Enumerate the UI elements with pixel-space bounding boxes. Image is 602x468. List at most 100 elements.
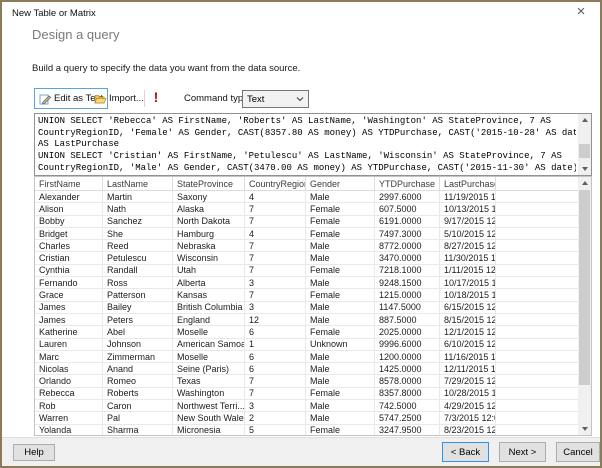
table-cell-filler <box>496 191 578 202</box>
table-cell: 7 <box>245 203 306 215</box>
table-row[interactable]: Nicolas Anand Seine (Paris) 6 Male 1425.0000 1… <box>35 363 578 376</box>
table-cell: Reed <box>103 240 173 252</box>
table-cell: Romeo <box>103 375 173 387</box>
table-row[interactable]: Alison Nath Alaska 7 Female 607.5000 10/13/201… <box>35 203 578 216</box>
table-cell-filler <box>496 412 578 423</box>
table-row[interactable]: Orlando Romeo Texas 7 Male 8578.0000 7/29/2015… <box>35 375 578 388</box>
table-row[interactable]: Bridget She Hamburg 4 Female 7497.3000 5/10/20… <box>35 227 578 241</box>
table-cell-filler <box>496 375 578 386</box>
table-cell: Alaska <box>173 203 245 215</box>
table-cell: 7 <box>245 289 306 301</box>
table-row[interactable]: James Peters England 12 Male 887.5000 8/15/201… <box>35 313 578 327</box>
table-row[interactable]: Yolanda Sharma Micronesia 5 Female 3247.9500 8… <box>35 424 578 435</box>
table-cell: Grace <box>35 289 103 301</box>
run-query-button[interactable]: ! <box>150 89 162 105</box>
query-editor[interactable]: UNION SELECT 'Rebecca' AS FirstName, 'Ro… <box>34 113 592 176</box>
table-cell: Male <box>306 240 375 252</box>
table-row[interactable]: Alexander Martin Saxony 4 Male 2997.6000 11/19… <box>35 191 578 204</box>
table-row[interactable]: James Bailey British Columbia 3 Male 1147.500… <box>35 301 578 314</box>
table-cell: Seine (Paris) <box>173 363 245 375</box>
scroll-down-icon[interactable] <box>578 423 591 435</box>
query-text[interactable]: UNION SELECT 'Rebecca' AS FirstName, 'Ro… <box>38 116 576 173</box>
scrollbar-thumb[interactable] <box>579 190 590 385</box>
table-cell: 12/11/2015 12:... <box>440 363 496 375</box>
table-cell: 11/16/2015 12:... <box>440 350 496 363</box>
table-cell: 10/17/2015 12:... <box>440 277 496 289</box>
command-type-label: Command type: <box>184 93 252 104</box>
query-results-grid: FirstName LastName StateProvince CountryReg… <box>34 176 592 436</box>
import-button[interactable]: Import... <box>90 88 148 109</box>
close-icon[interactable]: × <box>573 4 589 20</box>
table-row[interactable]: Cristian Petulescu Wisconsin 7 Male 3470.0000… <box>35 252 578 265</box>
table-cell: 6191.0000 <box>375 215 440 227</box>
table-row[interactable]: Fernando Ross Alberta 3 Male 9248.1500 10/17/2… <box>35 277 578 290</box>
table-cell-filler <box>496 388 578 399</box>
table-cell: 1200.0000 <box>375 350 440 363</box>
table-row[interactable]: Bobby Sanchez North Dakota 7 Female 6191.0000… <box>35 215 578 228</box>
cancel-button[interactable]: Cancel <box>556 442 600 462</box>
table-cell: 12/1/2015 12:0... <box>440 326 496 338</box>
table-cell: Sharma <box>103 424 173 435</box>
table-cell: 6 <box>245 326 306 338</box>
import-label: Import... <box>109 93 144 104</box>
table-cell: Katherine <box>35 326 103 338</box>
scrollbar-thumb[interactable] <box>579 144 590 158</box>
table-cell: Unknown <box>306 338 375 350</box>
next-button[interactable]: Next > <box>499 442 546 462</box>
table-cell: 11/19/2015 12:... <box>440 191 496 203</box>
table-cell: 7 <box>245 240 306 252</box>
table-cell: Male <box>306 252 375 264</box>
command-type-select[interactable]: Text <box>242 90 309 108</box>
table-cell: 2025.0000 <box>375 326 440 338</box>
page-description: Build a query to specify the data you wa… <box>32 63 301 74</box>
query-editor-scrollbar[interactable] <box>578 114 591 175</box>
grid-scrollbar[interactable] <box>578 177 591 435</box>
table-cell: Hamburg <box>173 227 245 240</box>
table-row[interactable]: Marc Zimmerman Moselle 6 Male 1200.0000 11/16/… <box>35 350 578 364</box>
chevron-down-icon <box>296 95 304 103</box>
back-button[interactable]: < Back <box>442 442 489 462</box>
table-cell: Male <box>306 375 375 387</box>
table-cell: Marc <box>35 350 103 363</box>
table-cell: Texas <box>173 375 245 387</box>
table-row[interactable]: Rob Caron Northwest Terri... 3 Male 742.5000 4… <box>35 400 578 413</box>
toolbar-separator <box>144 90 145 107</box>
table-cell: Wisconsin <box>173 252 245 264</box>
scroll-up-icon[interactable] <box>578 114 591 126</box>
table-cell-filler <box>496 277 578 288</box>
table-row[interactable]: Charles Reed Nebraska 7 Male 8772.0000 8/27/20… <box>35 240 578 253</box>
table-cell: 9/17/2015 12:0... <box>440 215 496 227</box>
help-button[interactable]: Help <box>13 444 55 461</box>
table-cell: Nebraska <box>173 240 245 252</box>
table-cell: Rebecca <box>35 387 103 400</box>
table-row[interactable]: Rebecca Roberts Washington 7 Female 8357.8000… <box>35 387 578 401</box>
table-cell: Pal <box>103 412 173 424</box>
scroll-down-icon[interactable] <box>578 163 591 175</box>
table-row[interactable]: Lauren Johnson American Samoa 1 Unknown 9996.… <box>35 338 578 351</box>
table-cell: Male <box>306 363 375 375</box>
table-cell: Bailey <box>103 301 173 313</box>
query-line: CountryRegionID, 'Male' AS Gender, CAST(… <box>38 162 576 173</box>
table-cell: Zimmerman <box>103 350 173 363</box>
table-row[interactable]: Warren Pal New South Wales 2 Male 5747.2500 7/… <box>35 412 578 425</box>
table-cell-filler <box>496 252 578 263</box>
table-cell: 3247.9500 <box>375 424 440 435</box>
table-cell: Moselle <box>173 350 245 363</box>
table-row[interactable]: Grace Patterson Kansas 7 Female 1215.0000 10/1… <box>35 289 578 302</box>
query-line: AS LastPurchase <box>38 139 120 150</box>
table-row[interactable]: Cynthia Randall Utah 7 Female 7218.1000 1/11/2… <box>35 264 578 278</box>
table-cell: England <box>173 313 245 326</box>
table-row[interactable]: Katherine Abel Moselle 6 Female 2025.0000 12/1… <box>35 326 578 339</box>
table-cell: Male <box>306 191 375 203</box>
table-cell: Female <box>306 264 375 277</box>
table-cell: Rob <box>35 400 103 412</box>
table-cell: Alison <box>35 203 103 215</box>
table-cell: 7 <box>245 252 306 264</box>
scroll-up-icon[interactable] <box>578 177 591 189</box>
table-cell: Petulescu <box>103 252 173 264</box>
table-cell-filler <box>496 228 578 239</box>
table-cell: Randall <box>103 264 173 277</box>
table-cell: Kansas <box>173 289 245 301</box>
dialog-footer: Help < Back Next > Cancel <box>2 437 600 466</box>
table-cell: Bobby <box>35 215 103 227</box>
